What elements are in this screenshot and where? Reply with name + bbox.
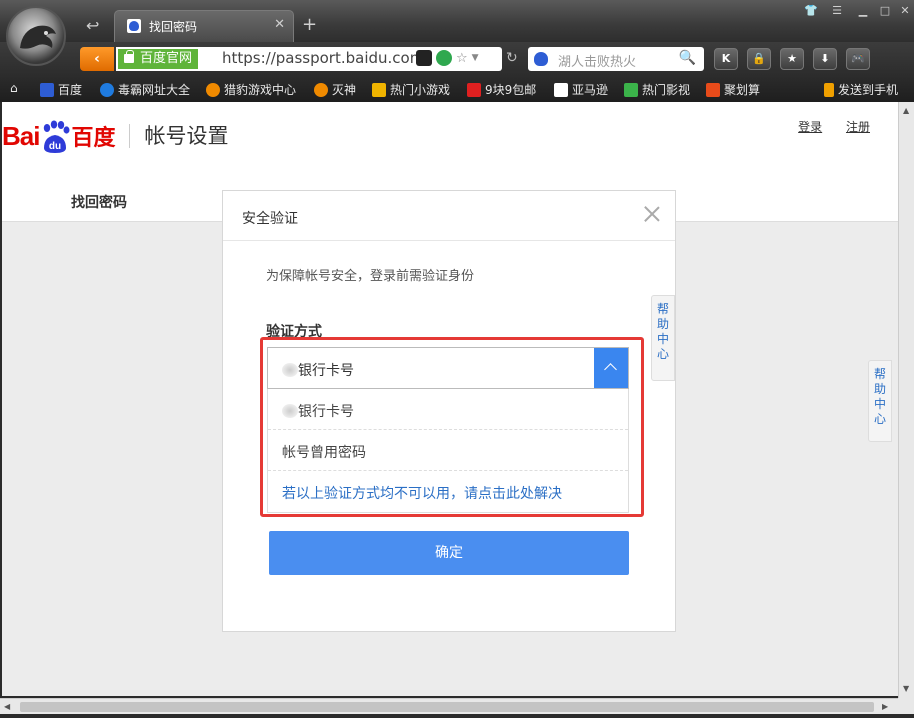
privacy-lock-icon[interactable]: 🔒 [747,48,771,70]
secure-badge[interactable]: 百度官网 [118,49,198,69]
baidu-logo[interactable]: Bai du 百度 帐号设置 [2,120,228,152]
minimize-icon[interactable]: ▁ [852,4,874,17]
scroll-up-icon[interactable]: ▲ [903,106,909,115]
phone-icon [824,83,834,97]
address-toolbar: ‹ 百度官网 https://passport.baidu.com ☆ ▼ ↻ … [0,42,914,76]
dialog-header: 安全验证 [223,191,675,241]
logo-baidu: 百度 [71,120,115,152]
bookmarks-bar: ⌂ 百度 毒霸网址大全 猎豹游戏中心 灭神 热门小游戏 9块9包邮 亚马逊 热门… [0,76,914,102]
undo-close-tab-icon[interactable]: ↩ [86,16,99,35]
home-icon[interactable]: ⌂ [10,81,18,95]
url-text[interactable]: https://passport.baidu.com [222,49,424,67]
maximize-icon[interactable]: □ [874,4,896,17]
redacted-blur [282,404,298,418]
baidu-search-engine-icon[interactable] [534,52,548,66]
bookmark-baidu[interactable]: 百度 [40,81,82,98]
download-icon[interactable]: ⬇ [813,48,837,70]
scrollbar-corner [898,698,914,714]
juhuasuan-icon [706,83,720,97]
bookmark-juhuasuan[interactable]: 聚划算 [706,81,760,98]
bookmark-mieshen[interactable]: 灭神 [314,81,356,98]
secure-badge-label: 百度官网 [140,51,192,66]
verify-method-select[interactable]: 银行卡号 [267,347,629,389]
amazon-icon [554,83,568,97]
bookmark-9-9[interactable]: 9块9包邮 [467,81,536,98]
baidu-paw-icon: du [40,120,70,152]
help-center-tab-outer[interactable]: 帮助中心 [868,360,892,442]
search-input[interactable]: 湖人击败热火 🔍 [528,47,704,71]
window-bottom-border [0,714,914,718]
logo-divider [129,124,130,148]
lock-icon [124,54,134,63]
tab-close-icon[interactable]: ✕ [274,17,285,32]
search-placeholder: 湖人击败热火 [558,51,636,70]
browser-titlebar: ↩ 找回密码 ✕ + 👕 ☰ ▁ □ ✕ [0,0,914,42]
favorite-star-icon[interactable]: ☆ [456,51,468,66]
browser-tab[interactable]: 找回密码 ✕ [114,10,294,42]
security-verify-dialog: 安全验证 为保障帐号安全，登录前需验证身份 验证方式 银行卡号 银行卡号 帐号曾… [222,190,676,632]
tab-title: 找回密码 [149,18,197,35]
redacted-blur [282,363,298,377]
kingsoft-icon[interactable]: K [714,48,738,70]
new-tab-icon[interactable]: + [302,16,317,34]
accelerate-icon[interactable] [436,50,452,66]
chevron-up-icon[interactable] [594,348,628,388]
skin-icon[interactable]: 👕 [800,4,822,17]
close-icon[interactable] [643,205,661,223]
bookmark-amazon[interactable]: 亚马逊 [554,81,608,98]
dialog-description: 为保障帐号安全，登录前需验证身份 [266,265,474,284]
bookmark-mini-games[interactable]: 热门小游戏 [372,81,450,98]
back-button[interactable]: ‹ [80,47,114,71]
horizontal-scrollbar[interactable]: ◀ ▶ [0,698,898,714]
search-icon[interactable]: 🔍 [679,50,696,66]
select-value: 银行卡号 [282,360,354,380]
menu-icon[interactable]: ☰ [826,4,848,17]
bookmark-star-icon[interactable]: ★ [780,48,804,70]
scroll-left-icon[interactable]: ◀ [4,702,10,711]
scroll-thumb[interactable] [20,702,874,712]
mieshen-icon [314,83,328,97]
option-other-solution-link[interactable]: 若以上验证方式均不可以用，请点击此处解决 [268,471,628,512]
option-old-password[interactable]: 帐号曾用密码 [268,430,628,471]
dialog-title: 安全验证 [242,208,298,228]
bookmark-liebao-games[interactable]: 猎豹游戏中心 [206,81,296,98]
bookmark-movies[interactable]: 热门影视 [624,81,690,98]
dropdown-icon[interactable]: ▼ [472,53,479,63]
help-center-tab[interactable]: 帮助中心 [651,295,675,381]
scroll-right-icon[interactable]: ▶ [882,702,888,711]
mini-games-icon [372,83,386,97]
page-title: 帐号设置 [144,120,228,150]
logo-du-text: du [49,141,61,152]
bookmark-duba[interactable]: 毒霸网址大全 [100,81,190,98]
liebao-icon [206,83,220,97]
refresh-icon[interactable]: ↻ [506,50,518,66]
baidu-icon [40,83,54,97]
tab-find-password[interactable]: 找回密码 [71,192,127,212]
browser-logo[interactable] [6,6,66,66]
top-links: 登录 注册 [778,118,870,135]
gou-icon [467,83,481,97]
play-icon [624,83,638,97]
vertical-scrollbar[interactable]: ▲ ▼ [898,102,914,698]
register-link[interactable]: 注册 [846,120,870,134]
login-link[interactable]: 登录 [798,120,822,134]
baidu-favicon-icon [127,19,141,33]
confirm-button[interactable]: 确定 [269,531,629,575]
scroll-down-icon[interactable]: ▼ [903,684,909,693]
logo-bai: Bai [2,121,39,152]
game-icon[interactable]: 🎮 [846,48,870,70]
close-window-icon[interactable]: ✕ [894,4,914,17]
page-viewport: Bai du 百度 帐号设置 登录 注册 找回密码 帮助中心 [2,102,898,696]
address-bar[interactable]: 百度官网 https://passport.baidu.com ☆ ▼ [116,47,502,71]
option-bank-card[interactable]: 银行卡号 [268,389,628,430]
extension-icon[interactable] [416,50,432,66]
verify-method-options: 银行卡号 帐号曾用密码 若以上验证方式均不可以用，请点击此处解决 [267,389,629,513]
send-to-phone[interactable]: 发送到手机 [824,81,898,98]
duba-icon [100,83,114,97]
